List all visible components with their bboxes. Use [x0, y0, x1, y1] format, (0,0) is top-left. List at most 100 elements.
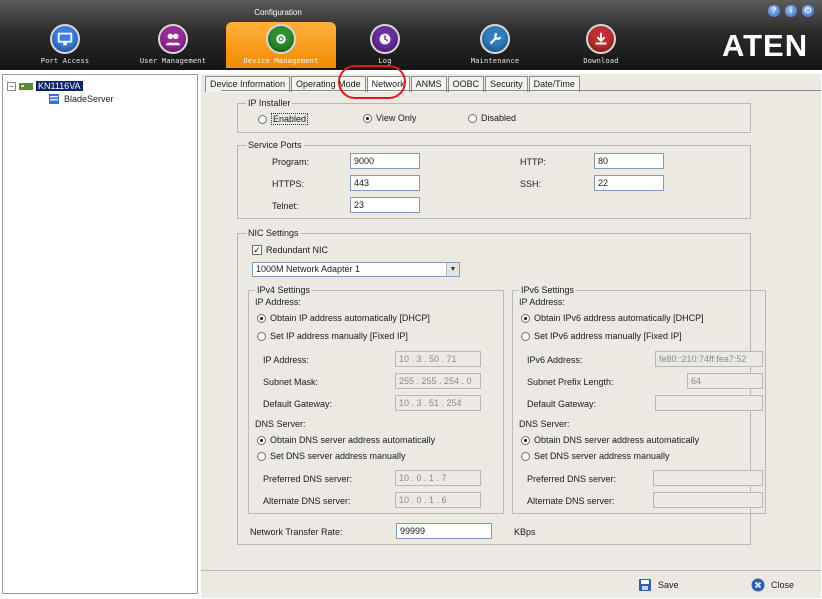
ipv4-dns-manual-radio[interactable]: Set DNS server address manually	[257, 451, 406, 461]
ipv6-alternate-dns-label: Alternate DNS server:	[527, 496, 615, 506]
ipv4-legend: IPv4 Settings	[255, 285, 313, 295]
nav-maintenance[interactable]: Maintenance	[440, 22, 550, 68]
ipv6-ip-label: IPv6 Address:	[527, 355, 583, 365]
ipv6-alternate-dns-input[interactable]	[653, 492, 763, 508]
ssh-port-input[interactable]: 22	[594, 175, 664, 191]
radio-icon	[521, 331, 530, 341]
wrench-icon	[480, 24, 510, 54]
transfer-rate-label: Network Transfer Rate:	[250, 527, 343, 537]
help-icon[interactable]: ?	[768, 5, 780, 17]
redundant-nic-checkbox[interactable]: ✓ Redundant NIC	[252, 245, 328, 255]
ipv6-preferred-dns-input[interactable]	[653, 470, 763, 486]
telnet-port-input[interactable]: 23	[350, 197, 420, 213]
ipv6-dns-auto-radio[interactable]: Obtain DNS server address automatically	[521, 435, 699, 445]
aten-logo: ATEN	[722, 28, 809, 63]
ip-installer-disabled[interactable]: Disabled	[468, 113, 516, 123]
log-icon	[370, 24, 400, 54]
configuration-panel: Device Information Operating Mode Networ…	[201, 74, 821, 570]
nav-label: Maintenance	[470, 57, 520, 65]
subnet-mask-input[interactable]: 255 . 255 . 254 . 0	[395, 373, 481, 389]
ipv6-fixed-ip-radio[interactable]: Set IPv6 address manually [Fixed IP]	[521, 331, 682, 341]
radio-icon	[258, 114, 267, 124]
https-port-input[interactable]: 443	[350, 175, 420, 191]
ipv4-gateway-label: Default Gateway:	[263, 399, 333, 409]
radio-icon	[521, 313, 530, 323]
ip-installer-enabled[interactable]: Enabled	[258, 113, 309, 125]
nav-port-access[interactable]: Port Access	[10, 22, 120, 68]
radio-icon	[363, 113, 372, 123]
radio-icon	[468, 113, 477, 123]
tree-root-node[interactable]: − KN1116VA	[7, 81, 83, 91]
window-controls: ? i ⏻	[768, 5, 814, 17]
transfer-rate-unit: KBps	[514, 527, 536, 537]
save-button[interactable]: Save	[638, 578, 679, 592]
users-icon	[158, 24, 188, 54]
nav-label: Device Management	[243, 57, 319, 65]
ipv4-dns-heading: DNS Server:	[255, 419, 306, 429]
ipv6-ip-address-heading: IP Address:	[519, 297, 565, 307]
ipv4-alternate-dns-input[interactable]: 10 . 0 . 1 . 6	[395, 492, 481, 508]
nav-label: Port Access	[40, 57, 90, 65]
save-icon	[639, 579, 651, 591]
nav-log[interactable]: Log	[330, 22, 440, 68]
device-tree: − KN1116VA BladeServer	[2, 74, 198, 594]
nav-device-management[interactable]: Device Management	[226, 22, 336, 68]
radio-icon	[257, 435, 266, 445]
device-icon	[266, 24, 296, 54]
ipv4-dns-auto-radio[interactable]: Obtain DNS server address automatically	[257, 435, 435, 445]
ip-installer-legend: IP Installer	[246, 98, 293, 108]
monitor-icon	[50, 24, 80, 54]
nic-settings-legend: NIC Settings	[246, 228, 301, 238]
ipv6-preferred-dns-label: Preferred DNS server:	[527, 474, 617, 484]
collapse-icon[interactable]: −	[7, 81, 16, 91]
ipv6-gateway-label: Default Gateway:	[527, 399, 597, 409]
tree-root-label[interactable]: KN1116VA	[36, 81, 83, 91]
http-port-input[interactable]: 80	[594, 153, 664, 169]
network-settings: IP Installer Enabled View Only Disabled …	[221, 90, 821, 560]
network-adapter-select[interactable]: 1000M Network Adapter 1 ▼	[252, 262, 460, 277]
ipv6-dns-manual-radio[interactable]: Set DNS server address manually	[521, 451, 670, 461]
download-icon	[586, 24, 616, 54]
ipv4-ip-address-heading: IP Address:	[255, 297, 301, 307]
service-ports-legend: Service Ports	[246, 140, 304, 150]
logout-icon[interactable]: ⏻	[802, 5, 814, 17]
ipv6-settings-group: IPv6 Settings IP Address: Obtain IPv6 ad…	[512, 285, 766, 514]
radio-icon	[257, 331, 266, 341]
nic-settings-group: NIC Settings ✓ Redundant NIC 1000M Networ…	[237, 228, 766, 545]
close-button[interactable]: Close	[751, 578, 794, 592]
ipv4-preferred-dns-label: Preferred DNS server:	[263, 474, 353, 484]
http-label: HTTP:	[520, 157, 546, 167]
ipv6-legend: IPv6 Settings	[519, 285, 577, 295]
nav-label: Download	[583, 57, 619, 65]
ipv4-preferred-dns-input[interactable]: 10 . 0 . 1 . 7	[395, 470, 481, 486]
ipv4-dhcp-radio[interactable]: Obtain IP address automatically [DHCP]	[257, 313, 430, 323]
ipv6-ip-input[interactable]: fe80::210:74ff:fea7:52	[655, 351, 763, 367]
ipv6-dhcp-radio[interactable]: Obtain IPv6 address automatically [DHCP]	[521, 313, 704, 323]
ip-installer-view-only[interactable]: View Only	[363, 113, 416, 123]
radio-icon	[521, 451, 530, 461]
ipv4-fixed-ip-radio[interactable]: Set IP address manually [Fixed IP]	[257, 331, 408, 341]
program-label: Program:	[272, 157, 310, 167]
ssh-label: SSH:	[520, 179, 542, 189]
radio-icon	[257, 313, 266, 323]
radio-icon	[257, 451, 266, 461]
ipv6-gateway-input[interactable]	[655, 395, 763, 411]
ip-installer-group: IP Installer Enabled View Only Disabled	[237, 98, 751, 133]
top-navigation-bar: Configuration Port Access User Managemen…	[0, 0, 822, 70]
tree-child-node[interactable]: BladeServer	[47, 94, 114, 104]
nav-label: Log	[378, 57, 392, 65]
chevron-down-icon[interactable]: ▼	[446, 263, 459, 276]
ipv4-ip-input[interactable]: 10 . 3 . 50 . 71	[395, 351, 481, 367]
nav-label: User Management	[139, 57, 207, 65]
ipv4-gateway-input[interactable]: 10 . 3 . 51 . 254	[395, 395, 481, 411]
https-label: HTTPS:	[272, 179, 305, 189]
ipv6-dns-heading: DNS Server:	[519, 419, 570, 429]
tree-child-label[interactable]: BladeServer	[64, 94, 114, 104]
configuration-label: Configuration	[254, 8, 302, 17]
prefix-length-input[interactable]: 64	[687, 373, 763, 389]
program-port-input[interactable]: 9000	[350, 153, 420, 169]
nav-user-management[interactable]: User Management	[118, 22, 228, 68]
transfer-rate-input[interactable]: 99999	[396, 523, 492, 539]
info-icon[interactable]: i	[785, 5, 797, 17]
nav-download[interactable]: Download	[546, 22, 656, 68]
